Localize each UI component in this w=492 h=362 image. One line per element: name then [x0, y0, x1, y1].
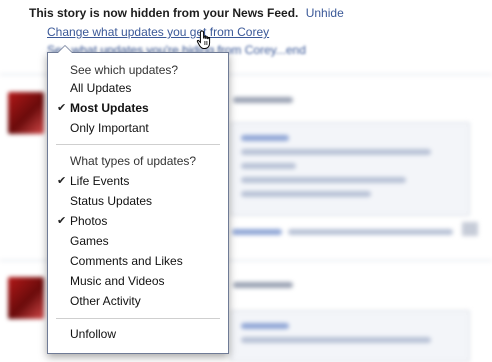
menu-item-label: Most Updates	[70, 101, 149, 115]
menu-item-label: Photos	[70, 214, 108, 228]
menu-item-most-updates[interactable]: ✔ Most Updates	[48, 99, 228, 117]
menu-item-comments-and-likes[interactable]: Comments and Likes	[48, 252, 228, 270]
updates-dropdown-menu: See which updates? All Updates ✔ Most Up…	[47, 45, 229, 354]
menu-item-unfollow[interactable]: Unfollow	[48, 325, 228, 343]
menu-item-label: Life Events	[70, 174, 130, 188]
checkmark-icon: ✔	[57, 175, 67, 187]
menu-item-music-and-videos[interactable]: Music and Videos	[48, 272, 228, 290]
menu-item-life-events[interactable]: ✔ Life Events	[48, 172, 228, 190]
checkmark-icon: ✔	[57, 215, 67, 227]
menu-item-status-updates[interactable]: Status Updates	[48, 192, 228, 210]
menu-pointer	[57, 45, 73, 53]
menu-item-label: Music and Videos	[70, 274, 165, 288]
menu-item-games[interactable]: Games	[48, 232, 228, 250]
hand-cursor-icon	[196, 30, 211, 49]
menu-item-label: Status Updates	[70, 194, 153, 208]
attachment-text-line	[241, 337, 431, 343]
menu-item-label: Only Important	[70, 121, 149, 135]
menu-item-label: All Updates	[70, 81, 132, 95]
menu-item-other-activity[interactable]: Other Activity	[48, 292, 228, 310]
menu-item-only-important[interactable]: Only Important	[48, 119, 228, 137]
menu-item-all-updates[interactable]: All Updates	[48, 79, 228, 97]
menu-item-label: Games	[70, 234, 109, 248]
section-heading-update-types: What types of updates?	[70, 154, 197, 168]
menu-separator	[56, 144, 220, 145]
attachment-title-line	[241, 323, 289, 329]
menu-item-label: Comments and Likes	[70, 254, 183, 268]
menu-item-label: Other Activity	[70, 294, 141, 308]
menu-item-photos[interactable]: ✔ Photos	[48, 212, 228, 230]
story-line	[233, 282, 293, 288]
story-attachment	[230, 310, 470, 362]
menu-separator	[56, 318, 220, 319]
section-heading-which-updates: See which updates?	[70, 63, 179, 77]
avatar	[8, 277, 44, 319]
checkmark-icon: ✔	[57, 102, 67, 114]
menu-item-label: Unfollow	[70, 327, 117, 341]
